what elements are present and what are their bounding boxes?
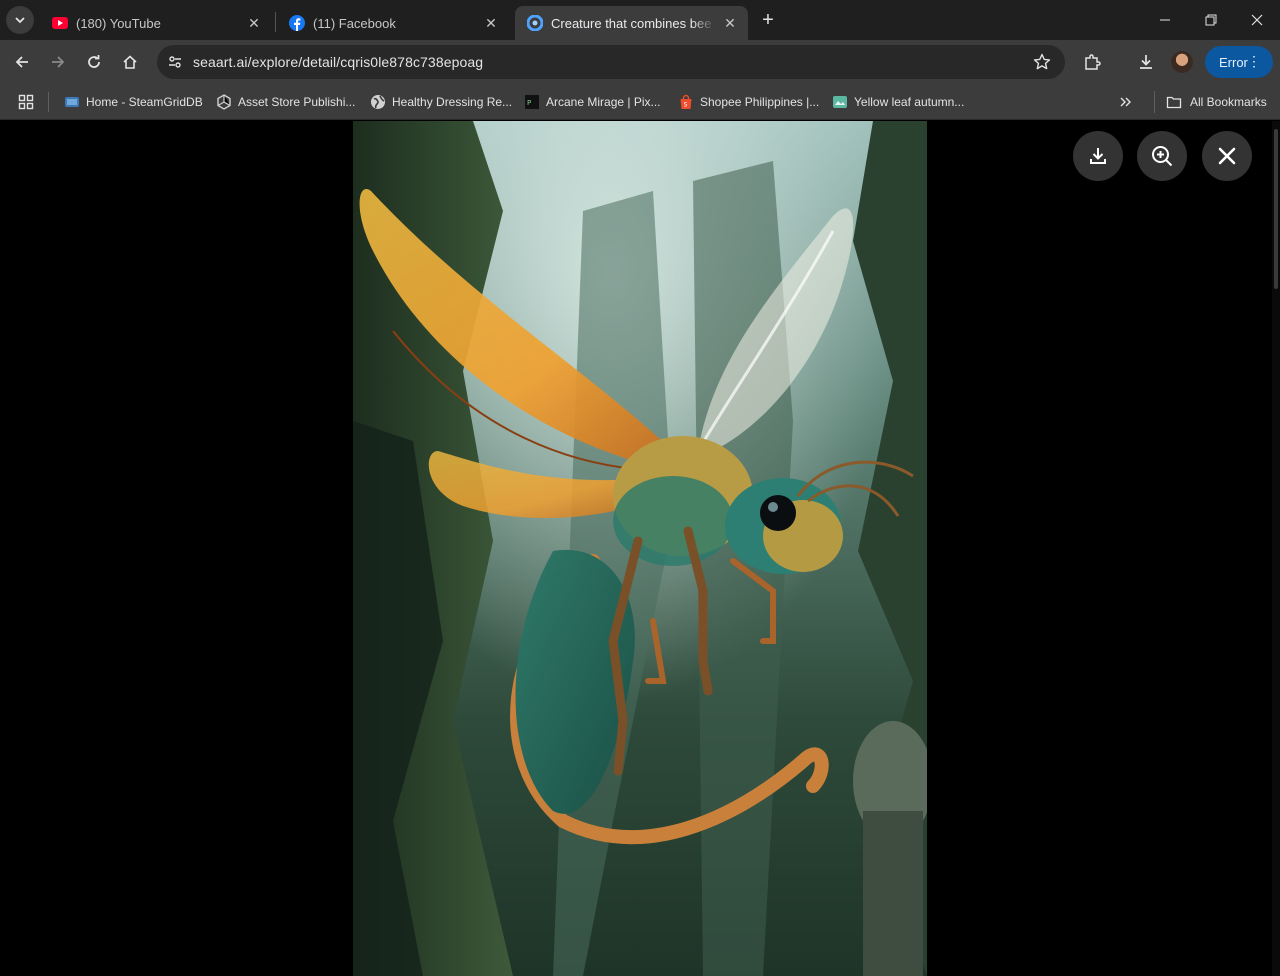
home-button[interactable] (116, 48, 144, 76)
bookmark-label: Home - SteamGridDB (86, 95, 203, 109)
avatar[interactable] (1171, 51, 1193, 73)
seaart-icon (527, 15, 543, 31)
bookmark-steamgriddb[interactable]: Home - SteamGridDB (64, 91, 203, 113)
tab-seaart[interactable]: Creature that combines bee and ✕ (515, 6, 748, 40)
svg-text:S: S (684, 102, 688, 109)
image-icon (833, 96, 847, 108)
bookmarks-divider (1154, 91, 1155, 113)
chevron-double-right-icon (1120, 97, 1131, 107)
bookmark-arcane-mirage[interactable]: P Arcane Mirage | Pix... (524, 91, 661, 113)
image-viewer (0, 121, 1280, 976)
steamgriddb-icon (65, 97, 79, 107)
minimize-icon (1160, 19, 1170, 21)
toolbar: seaart.ai/explore/detail/cqris0le878c738… (0, 40, 1280, 84)
bookmark-yellow-leaf[interactable]: Yellow leaf autumn... (832, 91, 964, 113)
tab-divider (275, 12, 276, 32)
profile-error-label: Error (1219, 54, 1248, 70)
url-text[interactable]: seaart.ai/explore/detail/cqris0le878c738… (193, 54, 483, 70)
download-icon (1140, 55, 1152, 69)
tab-title: (11) Facebook (313, 15, 396, 31)
minimize-button[interactable] (1142, 0, 1188, 40)
home-icon (123, 55, 137, 69)
apps-grid-icon (18, 94, 34, 110)
reload-button[interactable] (80, 48, 108, 76)
download-image-button[interactable] (1073, 131, 1123, 181)
back-button[interactable] (8, 48, 36, 76)
chevron-down-icon (15, 17, 25, 24)
puzzle-icon (1085, 54, 1101, 70)
arrow-right-icon (52, 56, 65, 68)
address-bar[interactable]: seaart.ai/explore/detail/cqris0le878c738… (157, 45, 1065, 79)
youtube-icon (52, 15, 68, 31)
close-window-button[interactable] (1234, 0, 1280, 40)
bookmark-label: Yellow leaf autumn... (854, 95, 965, 109)
pixiv-icon: P (525, 95, 539, 109)
svg-text:P: P (527, 99, 531, 107)
bookmarks-bar: Home - SteamGridDB Asset Store Publishi.… (0, 84, 1280, 120)
reload-icon (88, 55, 100, 68)
download-icon (1090, 148, 1106, 164)
bookmark-healthy-dressing[interactable]: Healthy Dressing Re... (370, 91, 512, 113)
extensions-button[interactable] (1078, 48, 1106, 76)
tune-icon (169, 56, 181, 68)
bookmark-unity[interactable]: Asset Store Publishi... (216, 91, 355, 113)
globe-icon (371, 95, 385, 109)
close-tab-icon[interactable]: ✕ (722, 15, 738, 31)
tab-strip: (180) YouTube ✕ (11) Facebook ✕ Creature… (0, 0, 1280, 40)
unity-icon (217, 94, 231, 110)
restore-button[interactable] (1188, 0, 1234, 40)
tab-title: Creature that combines bee and (551, 15, 716, 31)
arrow-left-icon (15, 56, 28, 68)
star-icon[interactable] (1033, 53, 1051, 71)
facebook-icon (289, 15, 305, 31)
zoom-in-icon (1152, 146, 1173, 167)
profile-error-button[interactable]: Error ⋮ (1205, 46, 1273, 78)
close-icon (1218, 147, 1236, 165)
all-bookmarks-button[interactable]: All Bookmarks (1166, 91, 1267, 113)
bookmark-label: Shopee Philippines |... (700, 95, 820, 109)
close-viewer-button[interactable] (1202, 131, 1252, 181)
bookmark-label: Asset Store Publishi... (238, 95, 356, 109)
shopee-icon: S (680, 94, 692, 109)
bookmark-shopee[interactable]: S Shopee Philippines |... (678, 91, 819, 113)
zoom-in-button[interactable] (1137, 131, 1187, 181)
all-bookmarks-label: All Bookmarks (1190, 95, 1267, 109)
tab-facebook[interactable]: (11) Facebook ✕ (277, 6, 509, 40)
downloads-button[interactable] (1132, 48, 1160, 76)
bookmark-label: Healthy Dressing Re... (392, 95, 513, 109)
site-info-button[interactable] (163, 50, 187, 74)
bookmark-label: Arcane Mirage | Pix... (546, 95, 661, 109)
tab-youtube[interactable]: (180) YouTube ✕ (40, 6, 272, 40)
tab-title: (180) YouTube (76, 15, 161, 31)
apps-button[interactable] (12, 88, 40, 116)
restore-icon (1205, 14, 1217, 26)
close-icon (1251, 14, 1263, 26)
tab-search-button[interactable] (6, 6, 34, 34)
scrollbar-thumb[interactable] (1274, 129, 1278, 289)
creature-artwork (353, 121, 927, 976)
folder-icon (1166, 96, 1182, 109)
close-tab-icon[interactable]: ✕ (246, 15, 262, 31)
new-tab-button[interactable]: + (756, 8, 780, 32)
page-scrollbar[interactable] (1272, 121, 1280, 976)
more-vert-icon: ⋮ (1247, 53, 1261, 69)
bookmarks-overflow-button[interactable] (1112, 88, 1140, 116)
bookmarks-divider (48, 92, 49, 112)
close-tab-icon[interactable]: ✕ (483, 15, 499, 31)
forward-button[interactable] (44, 48, 72, 76)
